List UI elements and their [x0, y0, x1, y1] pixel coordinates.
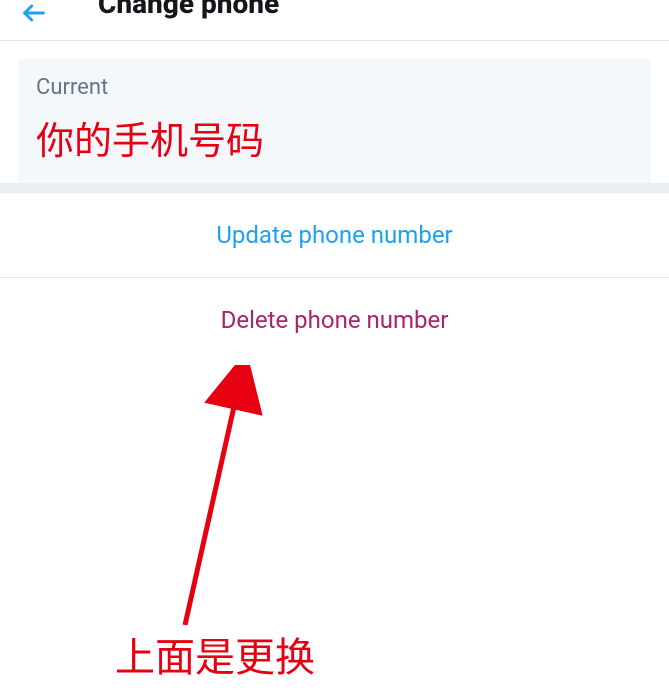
header: Change phone	[0, 0, 669, 40]
divider	[0, 40, 669, 41]
update-phone-button[interactable]: Update phone number	[216, 221, 452, 249]
back-arrow-icon	[20, 0, 48, 27]
annotation-text: 上面是更换	[115, 625, 315, 683]
current-phone-section: Current 你的手机号码	[18, 59, 651, 183]
current-label: Current	[36, 75, 633, 100]
update-row: Update phone number	[0, 193, 669, 277]
section-divider	[0, 183, 669, 193]
page-title: Change phone	[98, 0, 279, 20]
delete-row: Delete phone number	[0, 278, 669, 362]
annotation-arrow-icon	[150, 365, 270, 635]
back-button[interactable]	[20, 0, 48, 27]
delete-phone-button[interactable]: Delete phone number	[221, 306, 449, 334]
current-phone-value: 你的手机号码	[36, 110, 633, 165]
